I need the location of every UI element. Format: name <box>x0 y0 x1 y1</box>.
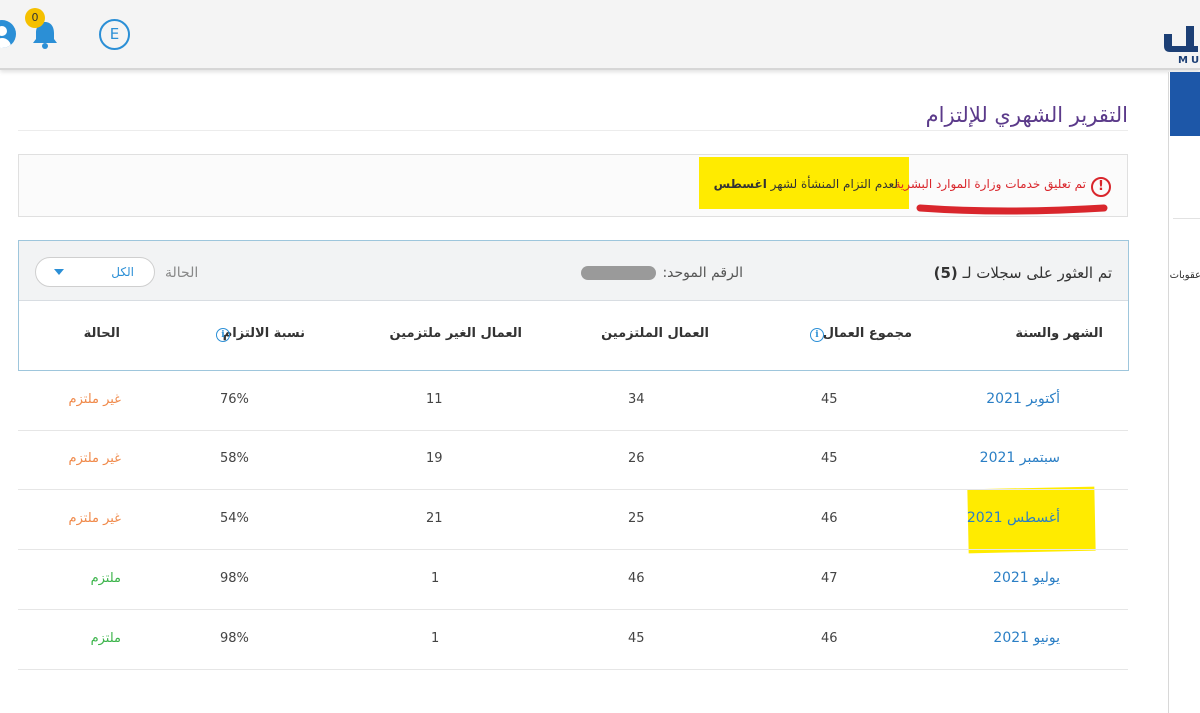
alert-message-red: تم تعليق خدمات وزارة الموارد البشرية <box>894 177 1086 191</box>
info-icon[interactable]: i <box>810 328 824 342</box>
status-cell: غير ملتزم <box>68 511 121 526</box>
column-header-not-committed[interactable]: العمال الغير ملتزمين <box>390 326 522 341</box>
records-label-text: تم العثور على سجلات لـ <box>962 264 1112 282</box>
compliance-ratio-cell: 98% <box>220 631 249 646</box>
records-count: (5) <box>933 264 958 282</box>
not-committed-cell: 19 <box>426 451 443 466</box>
alert-month: اغسطس <box>713 177 767 191</box>
table-toolbar: تم العثور على سجلات لـ (5) الرقم الموحد:… <box>19 241 1128 301</box>
not-committed-cell: 11 <box>426 392 443 407</box>
alert-message-text: لعدم التزام المنشأة لشهر <box>770 177 898 191</box>
not-committed-cell: 1 <box>431 631 440 646</box>
table-row: سبتمبر 2021 45 26 19 58% غير ملتزم <box>18 430 1128 490</box>
user-avatar[interactable]: E <box>99 19 130 50</box>
total-workers-cell: 45 <box>821 392 838 407</box>
records-found-label: تم العثور على سجلات لـ (5) <box>934 264 1112 282</box>
compliance-ratio-cell: 54% <box>220 511 249 526</box>
info-icon[interactable]: i <box>216 328 230 342</box>
table-row: يوليو 2021 47 46 1 98% ملتزم <box>18 550 1128 610</box>
total-workers-cell: 45 <box>821 451 838 466</box>
column-header-ratio[interactable]: نسبة الالتزام <box>223 326 305 341</box>
month-year-link[interactable]: أكتوبر 2021 <box>986 391 1060 407</box>
committed-cell: 45 <box>628 631 645 646</box>
column-header-committed[interactable]: العمال الملتزمين <box>601 326 709 341</box>
status-cell: غير ملتزم <box>68 392 121 407</box>
table-row: يونيو 2021 46 45 1 98% ملتزم <box>18 610 1128 670</box>
unified-number-label: الرقم الموحد: <box>662 265 743 281</box>
not-committed-cell: 1 <box>431 571 440 586</box>
side-nav-item-penalties[interactable]: عقوبات <box>1170 270 1200 281</box>
user-icon[interactable] <box>0 20 16 48</box>
total-workers-cell: 46 <box>821 511 838 526</box>
column-header-total-workers[interactable]: مجموع العمال <box>823 326 912 341</box>
status-cell: ملتزم <box>90 631 121 646</box>
top-bar: 0 E MU <box>0 0 1200 70</box>
compliance-ratio-cell: 98% <box>220 571 249 586</box>
total-workers-cell: 47 <box>821 571 838 586</box>
month-year-link[interactable]: يوليو 2021 <box>993 570 1060 586</box>
alert-message: لعدم التزام المنشأة لشهر اغسطس <box>714 177 898 191</box>
table-row: أغسطس 2021 46 25 21 54% غير ملتزم <box>18 490 1128 550</box>
column-header-month-year[interactable]: الشهر والسنة <box>1015 326 1103 341</box>
side-divider <box>1173 218 1200 219</box>
committed-cell: 34 <box>628 392 645 407</box>
status-cell: غير ملتزم <box>68 451 121 466</box>
notification-badge: 0 <box>25 8 45 28</box>
exclamation-circle-icon: ! <box>1091 177 1111 197</box>
status-filter-value: الكل <box>111 265 134 279</box>
side-panel: عقوبات <box>1168 72 1200 713</box>
side-nav-active-item[interactable] <box>1170 72 1200 136</box>
red-underline-mark <box>916 204 1108 215</box>
month-year-link[interactable]: أغسطس 2021 <box>967 510 1060 526</box>
compliance-ratio-cell: 58% <box>220 451 249 466</box>
compliance-ratio-cell: 76% <box>220 392 249 407</box>
compliance-table-card: تم العثور على سجلات لـ (5) الرقم الموحد:… <box>18 240 1129 371</box>
committed-cell: 46 <box>628 571 645 586</box>
table-row: أكتوبر 2021 45 34 11 76% غير ملتزم <box>18 371 1128 431</box>
month-year-link[interactable]: يونيو 2021 <box>993 630 1060 646</box>
committed-cell: 26 <box>628 451 645 466</box>
column-header-status[interactable]: الحالة <box>84 326 120 341</box>
committed-cell: 25 <box>628 511 645 526</box>
status-filter-label: الحالة <box>165 265 199 281</box>
status-filter-select[interactable]: الكل <box>35 257 155 287</box>
chevron-down-icon <box>54 269 64 275</box>
total-workers-cell: 46 <box>821 631 838 646</box>
redacted-unified-number <box>581 266 656 280</box>
logo-text: MU <box>1178 55 1200 66</box>
status-cell: ملتزم <box>90 571 121 586</box>
page-title: التقرير الشهري للإلتزام <box>925 103 1128 127</box>
month-year-link[interactable]: سبتمبر 2021 <box>980 450 1060 466</box>
title-divider <box>18 130 1128 131</box>
not-committed-cell: 21 <box>426 511 443 526</box>
